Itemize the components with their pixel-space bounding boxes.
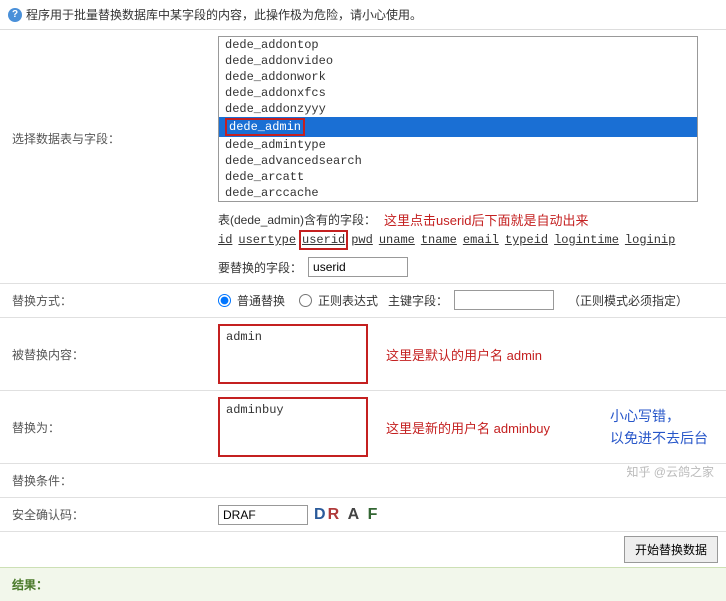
result-label: 结果：: [0, 567, 726, 601]
listbox-option[interactable]: dede_addonxfcs: [219, 85, 697, 101]
field-link[interactable]: id: [218, 233, 232, 247]
label-replace-to: 替换为：: [0, 391, 210, 463]
listbox-option[interactable]: dede_admintype: [219, 137, 697, 153]
field-list: id usertype userid pwd uname tname email typeid…: [218, 233, 718, 247]
listbox-option[interactable]: dede_arcatt: [219, 169, 697, 185]
field-link[interactable]: userid: [302, 233, 345, 247]
replace-to-input[interactable]: adminbuy: [218, 397, 368, 457]
annotation-careful: 小心写错， 以免进不去后台: [610, 405, 708, 450]
replace-field-input[interactable]: [308, 257, 408, 277]
annotation-new-user: 这里是新的用户名 adminbuy: [386, 418, 550, 437]
label-select-table: 选择数据表与字段：: [0, 30, 210, 283]
annotation-default-user: 这里是默认的用户名 admin: [386, 345, 542, 364]
captcha-image: DR A F: [314, 506, 379, 524]
label-captcha: 安全确认码：: [0, 498, 210, 531]
replaced-content-input[interactable]: admin: [218, 324, 368, 384]
field-link[interactable]: email: [463, 233, 499, 247]
field-link[interactable]: tname: [421, 233, 457, 247]
field-link[interactable]: logintime: [554, 233, 619, 247]
listbox-option[interactable]: dede_addonzyyy: [219, 101, 697, 117]
listbox-option[interactable]: dede_addontop: [219, 37, 697, 53]
submit-button[interactable]: 开始替换数据: [624, 536, 718, 563]
primary-label: 主键字段：: [388, 292, 448, 309]
warning-bar: ? 程序用于批量替换数据库中某字段的内容，此操作极为危险，请小心使用。: [0, 0, 726, 30]
fields-prefix: 表(dede_admin)含有的字段：: [218, 211, 376, 228]
field-link[interactable]: usertype: [238, 233, 296, 247]
field-link[interactable]: uname: [379, 233, 415, 247]
listbox-option[interactable]: dede_arccache: [219, 185, 697, 201]
radio-regex-label: 正则表达式: [318, 292, 378, 309]
field-link[interactable]: pwd: [351, 233, 373, 247]
help-icon: ?: [8, 8, 22, 22]
table-listbox[interactable]: dede_addontopdede_addonvideodede_addonwo…: [218, 36, 698, 202]
listbox-option[interactable]: dede_addonvideo: [219, 53, 697, 69]
radio-normal[interactable]: [218, 294, 231, 307]
label-replace-mode: 替换方式：: [0, 284, 210, 317]
primary-input[interactable]: [454, 290, 554, 310]
field-link[interactable]: loginip: [625, 233, 675, 247]
radio-normal-label: 普通替换: [237, 292, 285, 309]
captcha-input[interactable]: [218, 505, 308, 525]
label-replace-cond: 替换条件：: [0, 464, 210, 497]
listbox-option[interactable]: dede_addonwork: [219, 69, 697, 85]
listbox-option[interactable]: dede_advancedsearch: [219, 153, 697, 169]
label-replaced-content: 被替换内容：: [0, 318, 210, 390]
warning-text: 程序用于批量替换数据库中某字段的内容，此操作极为危险，请小心使用。: [26, 6, 422, 23]
listbox-option[interactable]: dede_admin: [219, 117, 697, 137]
field-link[interactable]: typeid: [505, 233, 548, 247]
mode-hint: （正则模式必须指定）: [568, 292, 688, 309]
radio-regex[interactable]: [299, 294, 312, 307]
replace-field-label: 要替换的字段：: [218, 259, 302, 276]
annotation-click-userid: 这里点击userid后下面就是自动出来: [384, 210, 588, 229]
